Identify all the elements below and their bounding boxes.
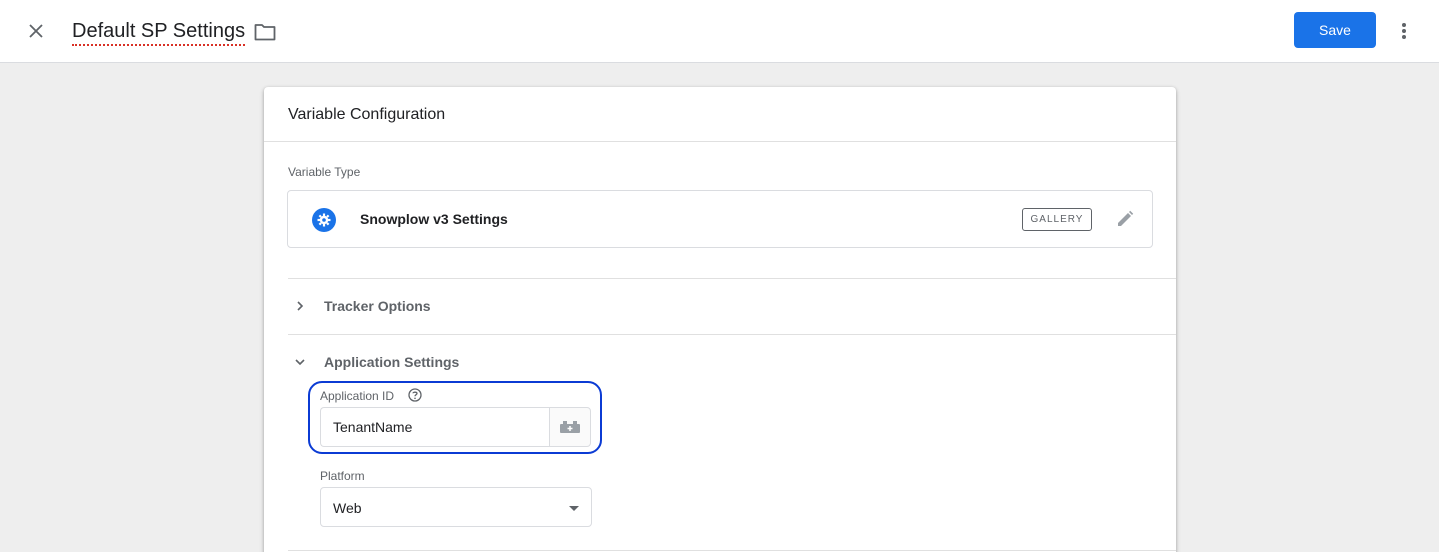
chevron-right-icon: [288, 294, 312, 318]
insert-variable-button[interactable]: [549, 407, 591, 447]
page-title[interactable]: Default SP Settings: [72, 19, 246, 46]
folder-icon: [254, 24, 276, 41]
help-icon[interactable]: [408, 388, 422, 402]
variable-brick-icon: [560, 421, 580, 433]
save-button[interactable]: Save: [1294, 12, 1376, 48]
platform-value: Web: [333, 500, 362, 516]
section-label: Tracker Options: [324, 298, 431, 314]
pencil-icon: [1118, 210, 1134, 226]
close-icon: [29, 24, 43, 38]
section-tracker-options[interactable]: Tracker Options: [288, 294, 588, 318]
gallery-badge: GALLERY: [1022, 208, 1092, 231]
variable-type-name: Snowplow v3 Settings: [360, 211, 508, 227]
dropdown-arrow-icon: [569, 506, 579, 511]
variable-configuration-card: Variable Configuration Variable Type Sno…: [264, 87, 1176, 552]
section-application-settings[interactable]: Application Settings: [288, 350, 588, 374]
divider: [288, 278, 1176, 279]
card-title: Variable Configuration: [264, 87, 1176, 142]
edit-variable-type-button[interactable]: [1114, 208, 1136, 230]
platform-select[interactable]: Web: [320, 487, 592, 527]
variable-type-box[interactable]: Snowplow v3 Settings GALLERY: [287, 190, 1153, 248]
section-label: Application Settings: [324, 354, 460, 370]
divider: [288, 334, 1176, 335]
folder-button[interactable]: [253, 20, 277, 44]
application-id-input[interactable]: [320, 407, 550, 447]
top-bar: Default SP Settings Save: [0, 0, 1439, 63]
chevron-down-icon: [288, 350, 312, 374]
platform-label: Platform: [320, 469, 365, 483]
gear-icon: [312, 208, 336, 232]
close-button[interactable]: [22, 17, 50, 45]
more-vert-icon: [1402, 23, 1406, 39]
variable-type-label: Variable Type: [288, 165, 361, 179]
divider: [288, 550, 1176, 551]
more-options-button[interactable]: [1392, 19, 1416, 43]
application-id-label: Application ID: [320, 389, 395, 403]
